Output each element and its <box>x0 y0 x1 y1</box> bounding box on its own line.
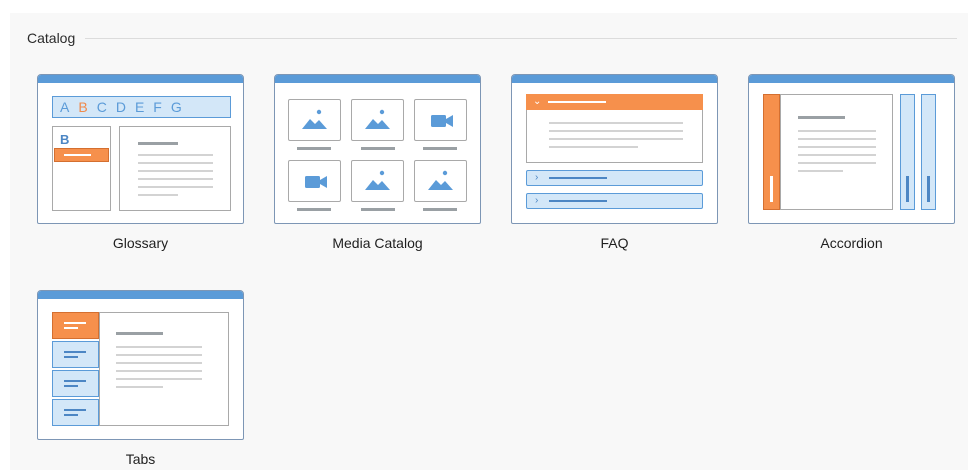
media-item <box>351 99 404 141</box>
glossary-thumbnail: A B C D E F G B <box>37 74 244 224</box>
faq-collapsed-question: › <box>526 170 703 186</box>
accordion-open-panel-tab <box>763 94 780 210</box>
glossary-letter: E <box>134 99 145 115</box>
glossary-term-list: B <box>52 126 111 211</box>
glossary-selected-term <box>54 148 109 162</box>
faq-expanded-question: ⌄ <box>526 94 703 110</box>
chevron-right-icon: › <box>535 172 539 183</box>
thumbnail-titlebar <box>749 75 954 83</box>
glossary-definition-pane <box>119 126 231 211</box>
section-title: Catalog <box>27 30 76 46</box>
glossary-letter-active: B <box>78 99 88 115</box>
glossary-letter: A <box>60 99 70 115</box>
thumbnail-titlebar <box>512 75 717 83</box>
media-item <box>414 99 467 141</box>
tab-inactive <box>52 399 99 426</box>
image-icon <box>428 170 453 190</box>
thumbnail-titlebar <box>38 291 243 299</box>
faq-thumbnail: ⌄ › › <box>511 74 718 224</box>
glossary-letter: G <box>170 99 182 115</box>
accordion-collapsed-panel-tab <box>900 94 915 210</box>
catalog-section-header: Catalog <box>27 29 957 47</box>
glossary-letter: F <box>153 99 162 115</box>
video-icon <box>305 176 327 188</box>
accordion-thumbnail <box>748 74 955 224</box>
tile-label: Tabs <box>125 451 156 467</box>
glossary-letter: C <box>96 99 107 115</box>
chevron-right-icon: › <box>535 195 539 206</box>
media-item <box>288 160 341 202</box>
section-divider <box>85 37 957 39</box>
faq-collapsed-question: › <box>526 193 703 209</box>
tile-label: Media Catalog <box>332 235 423 251</box>
tile-label: Accordion <box>820 235 883 251</box>
glossary-alphabet-bar: A B C D E F G <box>52 96 231 118</box>
thumbnail-titlebar <box>38 75 243 83</box>
media-item <box>288 99 341 141</box>
faq-answer <box>526 110 703 163</box>
accordion-panel-content <box>780 94 893 210</box>
video-icon <box>431 115 453 127</box>
template-tile-faq[interactable]: ⌄ › › FAQ <box>511 74 718 251</box>
chevron-down-icon: ⌄ <box>533 96 542 107</box>
tab-active <box>52 312 99 339</box>
tab-inactive <box>52 370 99 397</box>
media-catalog-thumbnail <box>274 74 481 224</box>
tile-label: Glossary <box>112 235 169 251</box>
image-icon <box>365 170 390 190</box>
template-tile-tabs[interactable]: Tabs <box>37 290 244 467</box>
glossary-group-letter: B <box>60 132 70 147</box>
glossary-letter: D <box>115 99 126 115</box>
image-icon <box>302 109 327 129</box>
template-tile-accordion[interactable]: Accordion <box>748 74 955 251</box>
template-tile-media-catalog[interactable]: Media Catalog <box>274 74 481 251</box>
tab-content-pane <box>99 312 229 426</box>
media-item <box>351 160 404 202</box>
image-icon <box>365 109 390 129</box>
tabs-thumbnail <box>37 290 244 440</box>
thumbnail-titlebar <box>275 75 480 83</box>
template-tile-glossary[interactable]: A B C D E F G B Glossary <box>37 74 244 251</box>
accordion-collapsed-panel-tab <box>921 94 936 210</box>
media-item <box>414 160 467 202</box>
tab-inactive <box>52 341 99 368</box>
tile-label: FAQ <box>600 235 629 251</box>
